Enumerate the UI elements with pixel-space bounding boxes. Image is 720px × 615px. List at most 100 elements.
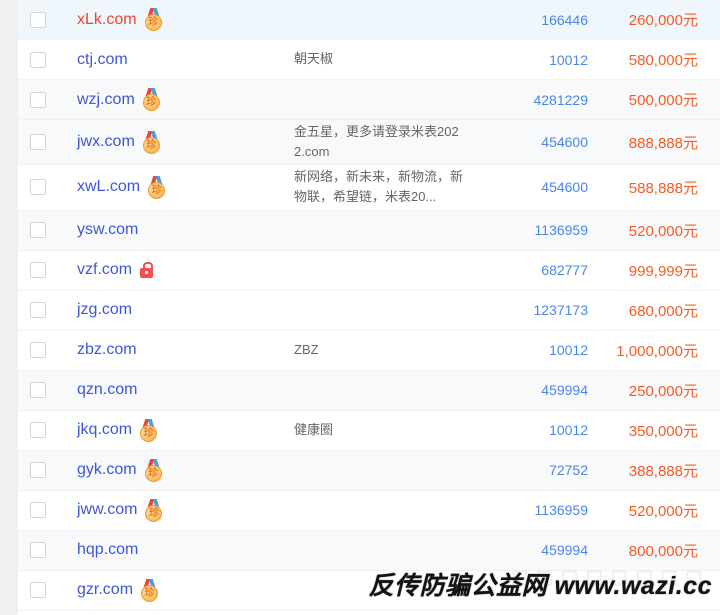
page-left-margin [0, 0, 18, 615]
precious-medal-icon: 珍 [147, 176, 166, 199]
precious-medal-icon: 珍 [140, 579, 159, 602]
domain-link[interactable]: ctj.com [77, 51, 128, 69]
visits-count-link[interactable]: 459994 [466, 382, 588, 398]
table-row: qzn.com 459994 250,000元 [18, 371, 720, 411]
row-checkbox[interactable] [30, 302, 46, 318]
price-label: 520,000元 [588, 220, 720, 241]
row-checkbox[interactable] [30, 342, 46, 358]
domain-link[interactable]: vzf.com [77, 261, 132, 279]
row-checkbox[interactable] [30, 542, 46, 558]
table-row: xLk.com 珍 166446 260,000元 [18, 0, 720, 40]
checkbox-cell [18, 302, 56, 318]
domain-link[interactable]: jzg.com [77, 301, 132, 319]
table-row: ysw.com 1136959 520,000元 [18, 211, 720, 251]
domain-link[interactable]: wzj.com [77, 91, 135, 109]
checkbox-cell [18, 502, 56, 518]
domain-cell: wzj.com 珍 [56, 88, 294, 111]
price-label: 999,999元 [588, 260, 720, 281]
domain-cell: jkq.com 珍 [56, 419, 294, 442]
domain-link[interactable]: jww.com [77, 501, 137, 519]
row-checkbox[interactable] [30, 12, 46, 28]
medal-coin: 珍 [143, 137, 160, 154]
checkbox-cell [18, 542, 56, 558]
table-row: vzf.com 682777 999,999元 [18, 251, 720, 291]
table-row: wzj.com 珍 4281229 500,000元 [18, 80, 720, 120]
domain-cell: jzg.com [56, 301, 294, 319]
domain-link[interactable]: ysw.com [77, 221, 138, 239]
visits-count-link[interactable]: 1136959 [466, 502, 588, 518]
domain-link[interactable]: hqp.com [77, 541, 138, 559]
domain-description: 金五星，更多请登录米表2022.com [294, 122, 466, 162]
anti-fraud-watermark: 反传防骗公益网 www.wazi.cc [369, 566, 712, 602]
price-label: 800,000元 [588, 540, 720, 561]
table-row: jzg.com 1237173 680,000元 [18, 291, 720, 331]
medal-coin: 珍 [143, 94, 160, 111]
checkbox-cell [18, 52, 56, 68]
price-label: 588,888元 [588, 177, 720, 198]
row-checkbox[interactable] [30, 422, 46, 438]
price-label: 388,888元 [588, 460, 720, 481]
price-label: 350,000元 [588, 420, 720, 441]
domain-link[interactable]: zbz.com [77, 341, 137, 359]
domain-listing-table: xLk.com 珍 166446 260,000元 ctj.com 朝天椒 1 [18, 0, 720, 611]
price-label: 1,000,000元 [588, 340, 720, 361]
checkbox-cell [18, 382, 56, 398]
domain-description: 新网络，新未来，新物流，新物联，希望链，米表20... [294, 167, 466, 207]
row-checkbox[interactable] [30, 134, 46, 150]
visits-count-link[interactable]: 454600 [466, 179, 588, 195]
row-checkbox[interactable] [30, 222, 46, 238]
checkbox-cell [18, 12, 56, 28]
price-label: 580,000元 [588, 49, 720, 70]
table-row: gyk.com 珍 72752 388,888元 [18, 451, 720, 491]
domain-link[interactable]: gyk.com [77, 461, 137, 479]
row-checkbox[interactable] [30, 382, 46, 398]
price-label: 680,000元 [588, 300, 720, 321]
visits-count-link[interactable]: 166446 [466, 12, 588, 28]
domain-cell: jwx.com 珍 [56, 131, 294, 154]
precious-medal-icon: 珍 [144, 8, 163, 31]
table-row: ctj.com 朝天椒 10012 580,000元 [18, 40, 720, 80]
domain-cell: zbz.com [56, 341, 294, 359]
medal-coin: 珍 [148, 182, 165, 199]
domain-cell: xLk.com 珍 [56, 8, 294, 31]
medal-coin: 珍 [140, 425, 157, 442]
table-row: zbz.com ZBZ 10012 1,000,000元 [18, 331, 720, 371]
row-checkbox[interactable] [30, 462, 46, 478]
domain-link[interactable]: xwL.com [77, 178, 140, 196]
visits-count-link[interactable]: 454600 [466, 134, 588, 150]
domain-link[interactable]: gzr.com [77, 581, 133, 599]
lock-icon [140, 262, 154, 278]
price-label: 250,000元 [588, 380, 720, 401]
visits-count-link[interactable]: 4281229 [466, 92, 588, 108]
table-row: jww.com 珍 1136959 520,000元 [18, 491, 720, 531]
precious-medal-icon: 珍 [139, 419, 158, 442]
domain-cell: gzr.com 珍 [56, 579, 294, 602]
price-label: 888,888元 [588, 132, 720, 153]
checkbox-cell [18, 582, 56, 598]
visits-count-link[interactable]: 1136959 [466, 222, 588, 238]
visits-count-link[interactable]: 682777 [466, 262, 588, 278]
visits-count-link[interactable]: 10012 [466, 52, 588, 68]
domain-link[interactable]: jwx.com [77, 133, 135, 151]
row-checkbox[interactable] [30, 502, 46, 518]
domain-link[interactable]: xLk.com [77, 11, 137, 29]
price-label: 520,000元 [588, 500, 720, 521]
domain-description: 朝天椒 [294, 49, 466, 69]
row-checkbox[interactable] [30, 179, 46, 195]
domain-link[interactable]: qzn.com [77, 381, 137, 399]
row-checkbox[interactable] [30, 262, 46, 278]
row-checkbox[interactable] [30, 92, 46, 108]
price-label: 500,000元 [588, 89, 720, 110]
visits-count-link[interactable]: 10012 [466, 422, 588, 438]
price-label: 260,000元 [588, 9, 720, 30]
visits-count-link[interactable]: 72752 [466, 462, 588, 478]
medal-coin: 珍 [145, 465, 162, 482]
row-checkbox[interactable] [30, 52, 46, 68]
visits-count-link[interactable]: 459994 [466, 542, 588, 558]
medal-coin: 珍 [141, 585, 158, 602]
visits-count-link[interactable]: 1237173 [466, 302, 588, 318]
visits-count-link[interactable]: 10012 [466, 342, 588, 358]
checkbox-cell [18, 134, 56, 150]
domain-link[interactable]: jkq.com [77, 421, 132, 439]
row-checkbox[interactable] [30, 582, 46, 598]
